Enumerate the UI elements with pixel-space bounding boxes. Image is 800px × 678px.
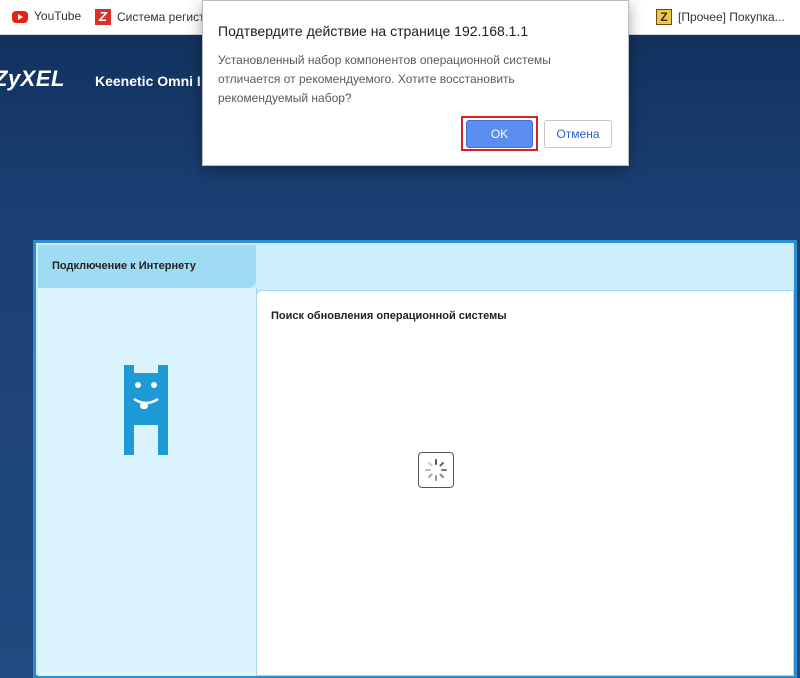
mascot-icon	[124, 365, 168, 455]
confirm-dialog: Подтвердите действие на странице 192.168…	[202, 0, 629, 166]
dialog-title: Подтвердите действие на странице 192.168…	[218, 23, 529, 39]
sidebar	[38, 288, 257, 676]
tab-internet-connection[interactable]: Подключение к Интернету	[38, 245, 256, 288]
bookmark-registration[interactable]: Z Система регистр	[95, 9, 211, 25]
setup-panel: Подключение к Интернету Поиск обновления…	[33, 240, 797, 678]
bookmark-label: Система регистр	[117, 10, 212, 24]
ok-button[interactable]: OK	[466, 120, 533, 148]
bookmark-label: YouTube	[34, 9, 82, 23]
spinner-icon	[425, 459, 447, 481]
bookmark-youtube[interactable]: YouTube	[12, 9, 81, 23]
bookmark-purchase[interactable]: Z [Прочее] Покупка...	[656, 9, 785, 25]
content-title: Поиск обновления операционной системы	[271, 310, 507, 322]
z-site-icon: Z	[95, 9, 111, 25]
model-name: Keenetic Omni I	[95, 73, 201, 89]
dialog-message-line: отличается от рекомендуемого. Хотите вос…	[218, 72, 515, 86]
content-area: Поиск обновления операционной системы	[256, 290, 794, 676]
dialog-message: Установленный набор компонентов операцио…	[218, 51, 598, 108]
cancel-button[interactable]: Отмена	[544, 120, 612, 148]
z-folder-icon: Z	[656, 9, 672, 25]
dialog-message-line: Установленный набор компонентов операцио…	[218, 53, 551, 67]
bookmark-label: [Прочее] Покупка...	[678, 10, 785, 24]
dialog-message-line: рекомендуемый набор?	[218, 91, 352, 105]
brand-logo: ZyXEL	[0, 66, 65, 91]
loading-spinner	[418, 452, 454, 488]
youtube-icon	[12, 11, 28, 23]
